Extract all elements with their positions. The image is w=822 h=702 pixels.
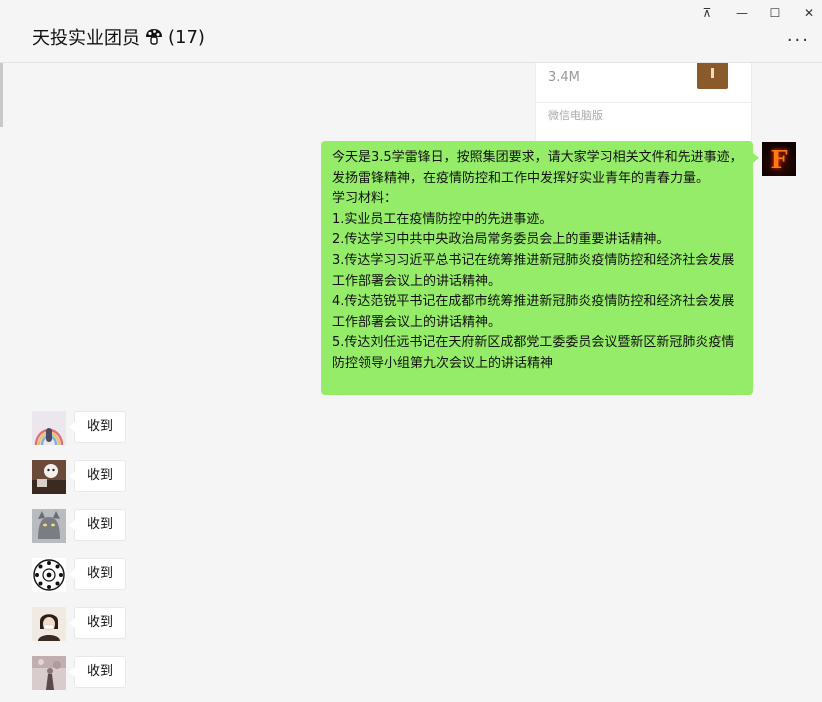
divider (536, 102, 751, 103)
pin-icon[interactable]: ⊼ (696, 6, 718, 20)
message-line: 1.实业员工在疫情防控中的先进事迹。 (332, 211, 553, 227)
message-list[interactable]: 3.4M 微信电脑版 今天是3.5学雷锋日，按照集团要求，请大家学习相关文件和先… (0, 63, 822, 702)
file-source-label: 微信电脑版 (548, 109, 603, 122)
list-item: 收到 (32, 509, 232, 543)
my-avatar[interactable]: F (762, 142, 796, 176)
avatar[interactable] (32, 411, 66, 445)
list-item: 收到 (32, 656, 232, 690)
incoming-message-bubble[interactable]: 收到 (69, 460, 126, 492)
message-line: 5.传达刘任远书记在天府新区成都党工委委员会议暨新区新冠肺炎疫情防控领导小组第九… (332, 335, 735, 371)
incoming-message-bubble[interactable]: 收到 (69, 607, 126, 639)
list-item: 收到 (32, 460, 232, 494)
more-options-icon[interactable]: ··· (787, 30, 810, 51)
maximize-button[interactable]: ☐ (764, 6, 786, 20)
avatar[interactable] (32, 656, 66, 690)
incoming-message-bubble[interactable]: 收到 (69, 558, 126, 590)
avatar[interactable] (32, 607, 66, 641)
message-line: 4.传达范锐平书记在成都市统筹推进新冠肺炎疫情防控和经济社会发展工作部署会议上的… (332, 294, 735, 330)
message-line: 3.传达学习习近平总书记在统筹推进新冠肺炎疫情防控和经济社会发展工作部署会议上的… (332, 252, 735, 289)
chat-header: 天投实业团员 (17) ⊼ — ☐ ✕ ··· (0, 0, 822, 63)
minimize-button[interactable]: — (731, 6, 753, 20)
incoming-message-bubble[interactable]: 收到 (69, 509, 126, 541)
avatar[interactable] (32, 460, 66, 494)
mushroom-emoji-icon (146, 29, 162, 45)
message-line: 2.传达学习中共中央政治局常务委员会上的重要讲话精神。 (332, 232, 670, 248)
group-name: 天投实业团员 (32, 28, 140, 49)
incoming-message-bubble[interactable]: 收到 (69, 411, 126, 443)
incoming-message-bubble[interactable]: 收到 (69, 656, 126, 688)
chat-title[interactable]: 天投实业团员 (17) (32, 24, 205, 50)
archive-file-icon (697, 63, 728, 89)
outgoing-message-bubble[interactable]: 今天是3.5学雷锋日，按照集团要求，请大家学习相关文件和先进事迹，发扬雷锋精神，… (321, 141, 759, 395)
message-line: 学习材料： (332, 191, 398, 207)
close-button[interactable]: ✕ (798, 6, 820, 20)
avatar[interactable] (32, 509, 66, 543)
avatar-letter: F (770, 144, 788, 174)
list-item: 收到 (32, 558, 232, 592)
file-size: 3.4M (548, 70, 580, 85)
list-item: 收到 (32, 411, 232, 445)
message-line: 今天是3.5学雷锋日，按照集团要求，请大家学习相关文件和先进事迹，发扬雷锋精神，… (332, 150, 743, 186)
scrollbar[interactable] (0, 63, 3, 127)
member-count: (17) (168, 26, 205, 48)
list-item: 收到 (32, 607, 232, 641)
avatar[interactable] (32, 558, 66, 592)
